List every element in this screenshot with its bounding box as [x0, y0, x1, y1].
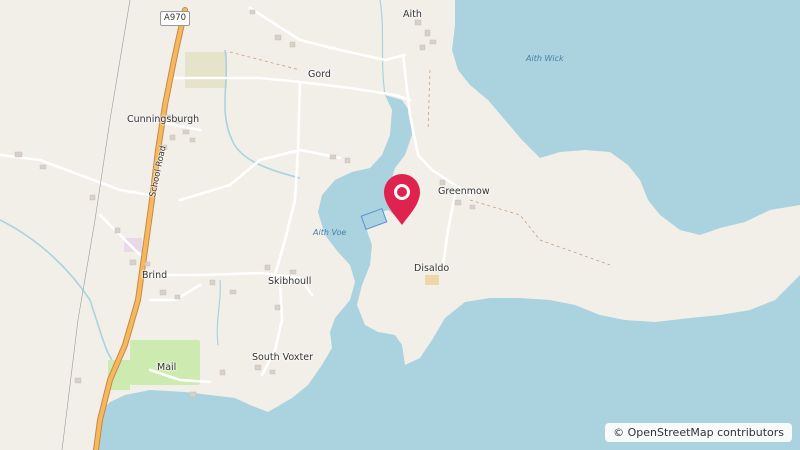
- place-label-brind[interactable]: Brind: [142, 270, 167, 281]
- road-shield-a970: A970: [160, 11, 191, 26]
- place-label-mail[interactable]: Mail: [157, 362, 176, 373]
- map-pin-shape: [384, 174, 420, 225]
- attribution-link[interactable]: OpenStreetMap contributors: [628, 426, 784, 439]
- place-label-gord[interactable]: Gord: [308, 69, 331, 80]
- place-label-skibhoull[interactable]: Skibhoull: [268, 276, 311, 287]
- place-label-cunningsburgh[interactable]: Cunningsburgh: [127, 114, 199, 125]
- place-label-south-voxter[interactable]: South Voxter: [252, 352, 313, 363]
- place-label-disaldo[interactable]: Disaldo: [414, 263, 449, 274]
- water-label-aith-wick: Aith Wick: [526, 54, 564, 63]
- place-label-aith[interactable]: Aith: [403, 9, 422, 20]
- attribution: © OpenStreetMap contributors: [605, 423, 792, 442]
- place-label-greenmow[interactable]: Greenmow: [438, 186, 490, 197]
- map-view[interactable]: Aith Gord Cunningsburgh Greenmow Disaldo…: [0, 0, 800, 450]
- map-pin-icon[interactable]: [382, 172, 422, 226]
- water-label-aith-voe: Aith Voe: [313, 228, 347, 237]
- copyright-symbol: ©: [613, 426, 625, 439]
